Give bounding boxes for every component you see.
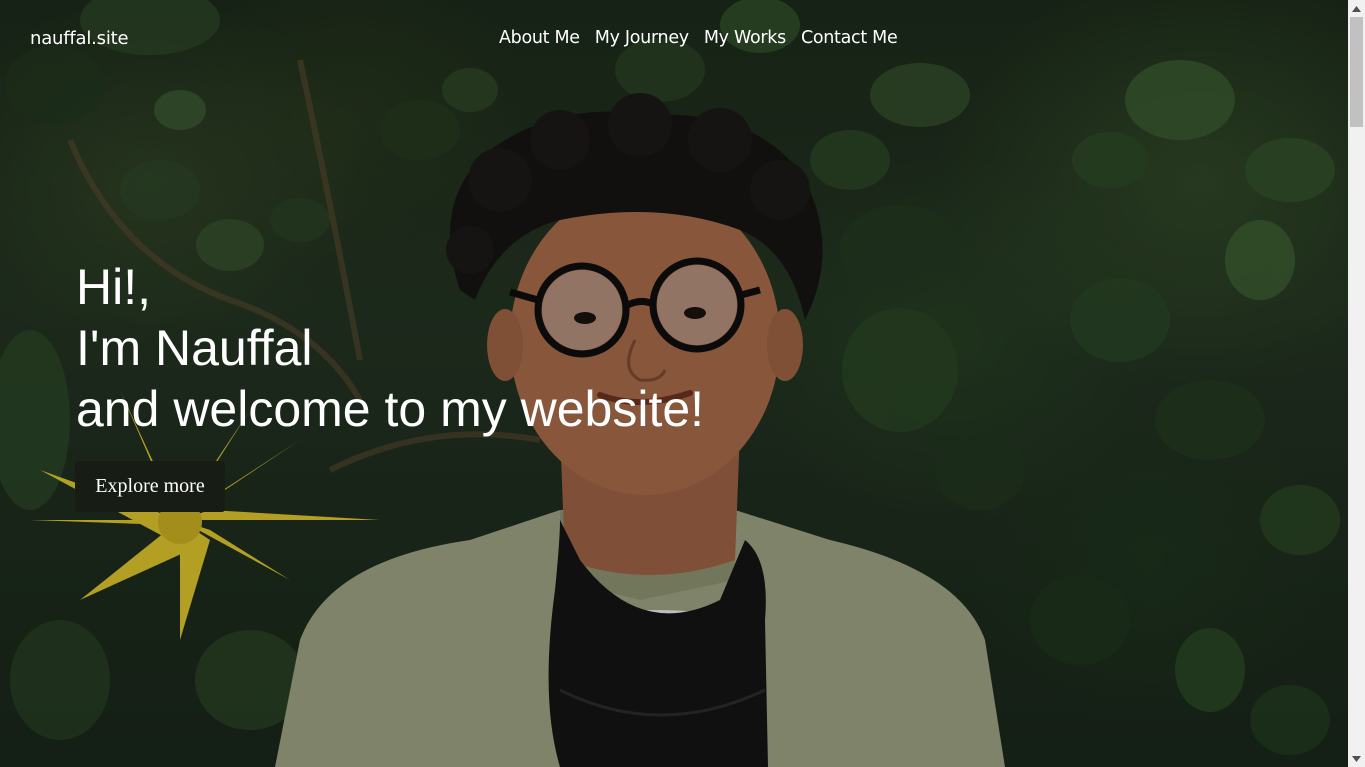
site-brand-link[interactable]: nauffal.site xyxy=(30,28,129,49)
scrollbar-thumb[interactable] xyxy=(1350,17,1363,127)
nav-link-my-journey[interactable]: My Journey xyxy=(595,28,689,48)
nav-link-about-me[interactable]: About Me xyxy=(499,28,580,48)
nav-link-contact-me[interactable]: Contact Me xyxy=(801,28,898,48)
triangle-up-icon[interactable] xyxy=(1348,0,1365,17)
main-nav: About Me My Journey My Works Contact Me xyxy=(499,28,898,48)
triangle-down-icon[interactable] xyxy=(1348,750,1365,767)
explore-more-button[interactable]: Explore more xyxy=(75,461,225,512)
page-scrollbar[interactable] xyxy=(1348,0,1365,767)
headline-name: I'm Nauffal xyxy=(76,320,313,376)
headline-welcome: and welcome to my website! xyxy=(76,381,705,437)
hero-headline: Hi!, I'm Nauffal and welcome to my websi… xyxy=(76,257,704,440)
headline-greeting: Hi!, xyxy=(76,259,151,315)
nav-link-my-works[interactable]: My Works xyxy=(704,28,786,48)
